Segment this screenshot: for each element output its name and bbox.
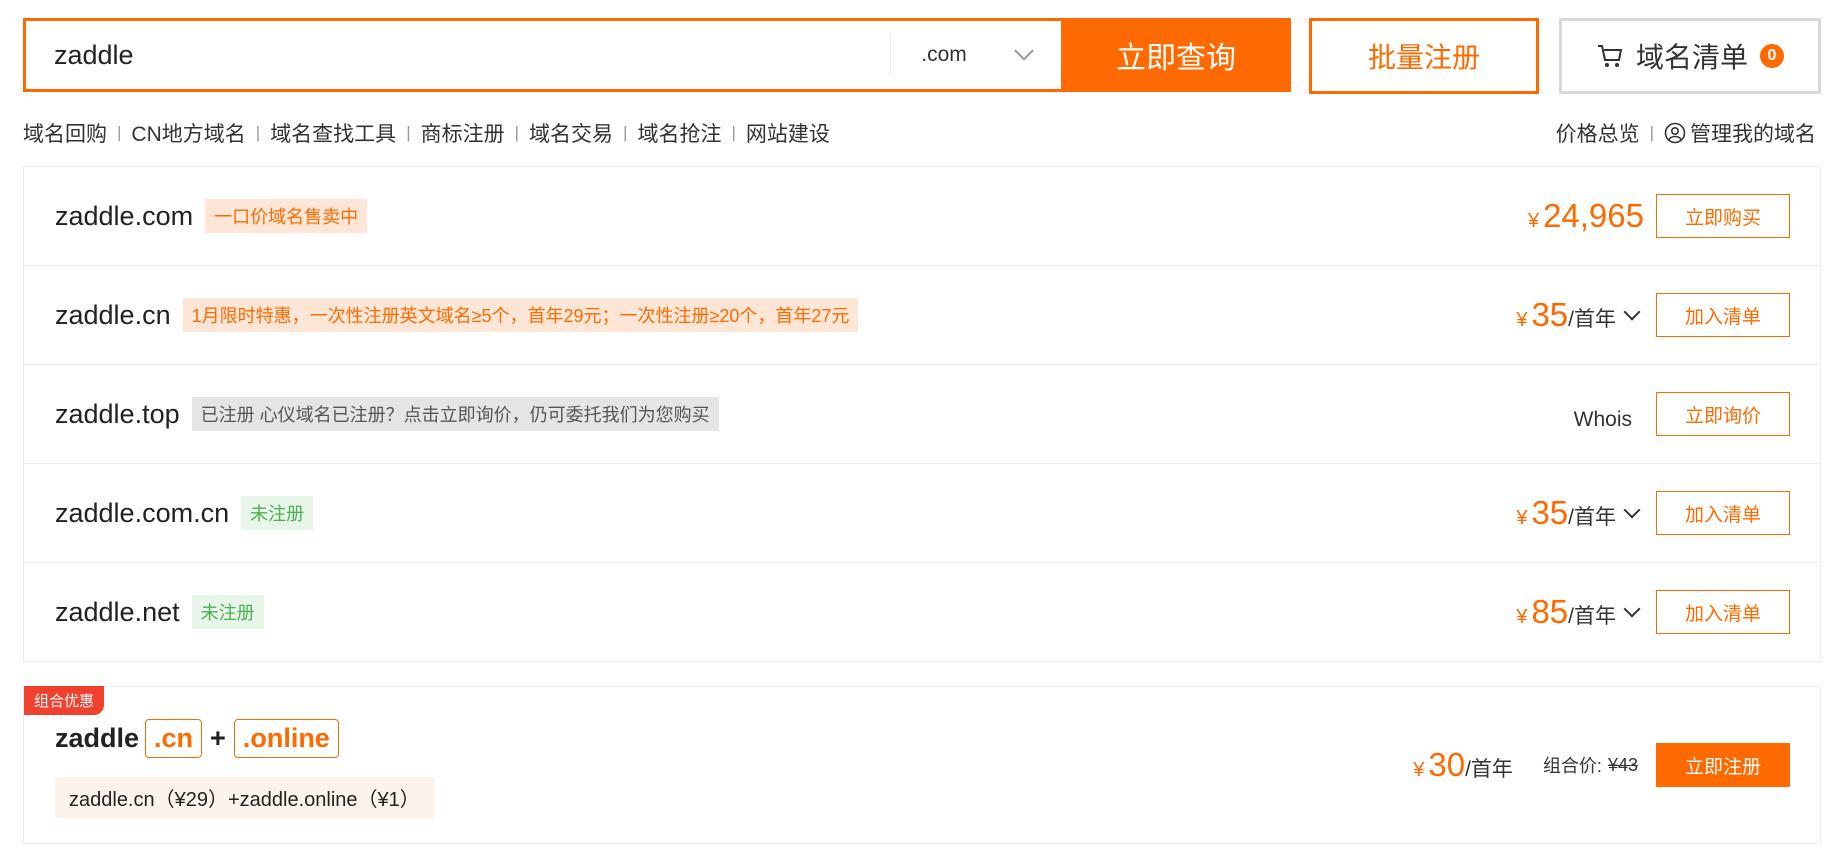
link-divider: |	[731, 123, 736, 142]
price: ¥ 24,965	[1528, 197, 1644, 235]
price-unit: /首年	[1465, 758, 1513, 781]
buy-now-button[interactable]: 立即购买	[1656, 194, 1790, 238]
price-unit: /首年	[1568, 506, 1616, 529]
currency-symbol: ¥	[1516, 309, 1528, 331]
combo-ext-cn: .cn	[145, 719, 203, 758]
chevron-down-icon[interactable]	[1623, 501, 1641, 519]
cart-count-badge: 0	[1760, 44, 1784, 68]
cart-icon	[1597, 45, 1623, 67]
price-unit: /首年	[1568, 605, 1616, 628]
original-price: ¥43	[1607, 754, 1638, 775]
combo-domain-name: zaddle	[55, 723, 140, 753]
chevron-down-icon[interactable]	[1623, 600, 1641, 618]
link-domain-finder[interactable]: 域名查找工具	[270, 118, 396, 148]
domain-name: zaddle.com.cn	[55, 497, 230, 528]
account-links: 价格总览 | 管理我的域名	[1556, 118, 1816, 148]
whois-link[interactable]: Whois	[1574, 408, 1632, 432]
domain-name: zaddle.top	[55, 398, 180, 429]
combo-title: zaddle .cn + .online	[55, 719, 339, 758]
search-bar: .com 立即查询	[23, 18, 1291, 92]
price-area: ¥ 35 /首年 加入清单	[1516, 464, 1790, 562]
link-divider: |	[255, 123, 261, 142]
service-links: 域名回购 | CN地方域名 | 域名查找工具 | 商标注册 | 域名交易 | 域…	[23, 118, 830, 148]
price-amount: 35	[1531, 296, 1569, 333]
result-row: zaddle.com 一口价域名售卖中 ¥ 24,965 立即购买	[24, 167, 1820, 266]
domain-name: zaddle.cn	[55, 299, 171, 330]
status-tag: 一口价域名售卖中	[205, 199, 368, 233]
currency-symbol: ¥	[1413, 759, 1425, 781]
price: ¥ 85 /首年	[1516, 593, 1616, 631]
inquire-button[interactable]: 立即询价	[1656, 392, 1790, 436]
add-to-list-button[interactable]: 加入清单	[1656, 293, 1790, 337]
domain-cart-button[interactable]: 域名清单 0	[1559, 18, 1821, 94]
link-divider: |	[117, 123, 122, 142]
price-amount: 85	[1531, 593, 1569, 630]
link-trademark[interactable]: 商标注册	[421, 118, 505, 148]
combo-ext-online: .online	[233, 719, 339, 758]
price-area: ¥ 24,965 立即购买	[1528, 167, 1790, 265]
link-website-build[interactable]: 网站建设	[746, 118, 830, 148]
user-circle-icon	[1664, 122, 1686, 144]
price-unit: /首年	[1568, 308, 1616, 331]
link-domain-buyback[interactable]: 域名回购	[23, 118, 107, 148]
result-row: zaddle.com.cn 未注册 ¥ 35 /首年 加入清单	[24, 464, 1820, 563]
link-domain-trade[interactable]: 域名交易	[529, 118, 613, 148]
link-manage-domains[interactable]: 管理我的域名	[1664, 118, 1816, 148]
link-price-overview[interactable]: 价格总览	[1556, 118, 1640, 148]
chevron-down-icon	[1013, 40, 1034, 61]
combo-plus: +	[210, 723, 226, 753]
manage-domains-label: 管理我的域名	[1690, 123, 1816, 146]
currency-symbol: ¥	[1516, 606, 1528, 628]
promo-tag: 1月限时特惠，一次性注册英文域名≥5个，首年29元；一次性注册≥20个，首年27…	[182, 298, 859, 332]
status-tag: 未注册	[191, 595, 264, 629]
price-area: ¥ 85 /首年 加入清单	[1516, 563, 1790, 661]
status-tag: 已注册 心仪域名已注册？点击立即询价，仍可委托我们为您购买	[191, 397, 719, 431]
currency-symbol: ¥	[1516, 507, 1528, 529]
link-divider: |	[514, 123, 520, 142]
add-to-list-button[interactable]: 加入清单	[1656, 491, 1790, 535]
link-divider: |	[623, 123, 628, 142]
status-tag: 未注册	[241, 496, 314, 530]
combo-badge: 组合优惠	[24, 686, 105, 715]
combo-price-label: 组合价:	[1542, 756, 1602, 776]
result-row: zaddle.cn 1月限时特惠，一次性注册英文域名≥5个，首年29元；一次性注…	[24, 266, 1820, 365]
page: .com 立即查询 批量注册 域名清单 0 域名回购 | CN地方域名 | 域名…	[0, 0, 1842, 850]
price-amount: 30	[1428, 746, 1466, 783]
chevron-down-icon[interactable]	[1623, 303, 1641, 321]
price: ¥ 35 /首年	[1516, 494, 1616, 532]
price-area: Whois 立即询价	[1574, 365, 1790, 463]
combo-offer-card: 组合优惠 zaddle .cn + .online zaddle.cn（¥29）…	[23, 686, 1821, 844]
cart-label: 域名清单	[1635, 42, 1748, 73]
domain-name: zaddle.net	[55, 596, 180, 627]
add-to-list-button[interactable]: 加入清单	[1656, 590, 1790, 634]
search-button[interactable]: 立即查询	[1061, 18, 1291, 92]
domain-search-input[interactable]	[26, 21, 890, 89]
combo-price-area: ¥ 30 /首年 组合价: ¥43 立即注册	[1413, 687, 1790, 843]
suffix-value: .com	[921, 43, 967, 66]
price-area: ¥ 35 /首年 加入清单	[1516, 266, 1790, 364]
price: ¥ 35 /首年	[1516, 296, 1616, 334]
price-amount: 24,965	[1543, 197, 1644, 234]
suffix-select[interactable]: .com	[890, 35, 1061, 75]
combo-detail: zaddle.cn（¥29）+zaddle.online（¥1）	[55, 777, 434, 818]
domain-name: zaddle.com	[55, 200, 194, 231]
link-domain-backorder[interactable]: 域名抢注	[637, 118, 721, 148]
result-row: zaddle.net 未注册 ¥ 85 /首年 加入清单	[24, 563, 1820, 661]
link-cn-regional[interactable]: CN地方域名	[131, 118, 245, 148]
price-amount: 35	[1531, 494, 1569, 531]
link-divider: |	[406, 123, 411, 142]
result-row: zaddle.top 已注册 心仪域名已注册？点击立即询价，仍可委托我们为您购买…	[24, 365, 1820, 464]
bulk-register-button[interactable]: 批量注册	[1309, 18, 1539, 94]
combo-price: ¥ 30 /首年	[1413, 746, 1513, 784]
link-divider: |	[1649, 123, 1654, 142]
results-list: zaddle.com 一口价域名售卖中 ¥ 24,965 立即购买 zaddle…	[23, 166, 1821, 662]
currency-symbol: ¥	[1527, 210, 1540, 232]
register-now-button[interactable]: 立即注册	[1656, 743, 1790, 787]
